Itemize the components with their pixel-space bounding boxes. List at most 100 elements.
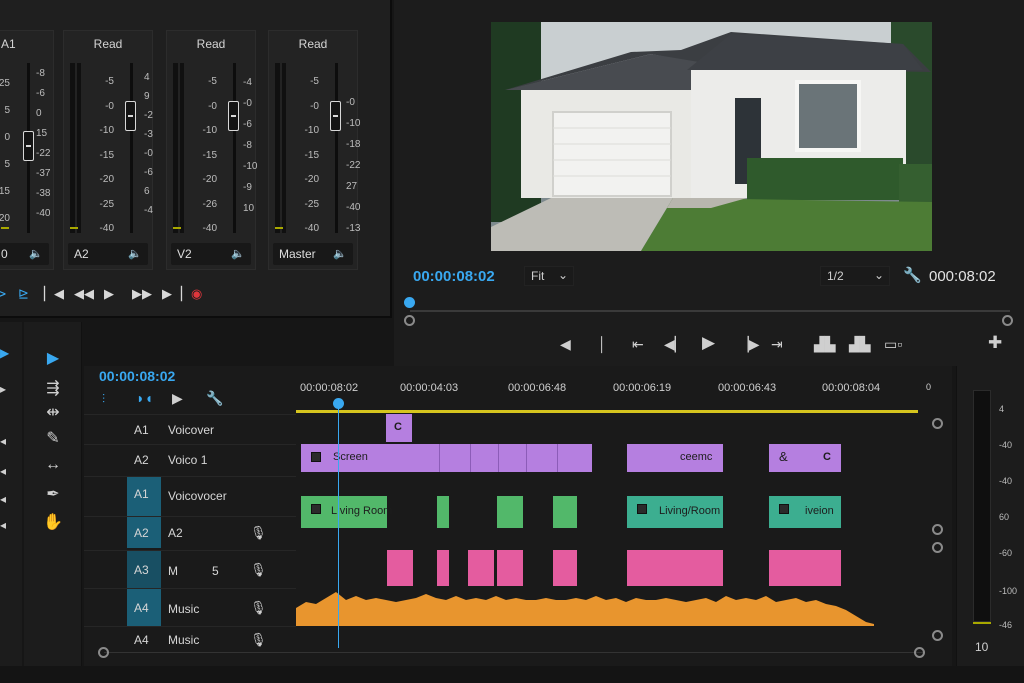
track-target[interactable]: A1 [134, 423, 149, 437]
timeline-clip[interactable]: Living/Room [627, 496, 723, 528]
track-select-tool-icon[interactable]: ⇶ [42, 378, 64, 398]
go-to-out-icon[interactable]: ⊵ [18, 286, 29, 302]
work-area-bar[interactable] [296, 410, 918, 413]
mic-icon[interactable]: 🎙 [250, 632, 267, 648]
scroll-handle[interactable] [932, 542, 943, 553]
fader-knob[interactable] [228, 101, 239, 131]
track-target[interactable]: A1 [134, 487, 149, 501]
step-forward-icon[interactable]: ▶▕ [162, 286, 182, 302]
mark-out-icon[interactable]: │ [598, 336, 607, 352]
go-to-in-icon[interactable]: ⊳ [0, 286, 7, 302]
fader-knob[interactable] [125, 101, 136, 131]
timeline-clip[interactable]: Screen [301, 444, 387, 472]
selection-tool-icon[interactable]: ▶ [42, 348, 64, 368]
wrench-icon[interactable]: 🔧 [903, 266, 922, 284]
zoom-handle-left[interactable] [404, 315, 415, 326]
razor-tool-icon[interactable]: ✎ [42, 428, 64, 448]
playhead-timecode[interactable]: 00:00:08:02 [413, 268, 495, 285]
slip-tool-icon[interactable]: ↔ [42, 456, 64, 474]
automation-mode[interactable]: Read [269, 37, 357, 51]
overwrite-icon[interactable]: ▟▙ [849, 336, 871, 353]
insert-icon[interactable]: ▟▙ [814, 336, 836, 353]
track-select-icon[interactable]: ▸ [0, 382, 6, 396]
speaker-icon[interactable]: 🔈 [29, 247, 43, 260]
track-target[interactable]: A4 [134, 633, 149, 647]
pen-tool-icon[interactable]: ✒ [42, 484, 64, 504]
mic-icon[interactable]: 🎙 [250, 562, 267, 578]
step-back-icon[interactable]: ◀▏ [664, 336, 686, 353]
mic-icon[interactable]: 🎙 [250, 600, 267, 616]
audio-clip[interactable] [553, 550, 577, 586]
timeline-clip[interactable]: iveion [769, 496, 841, 528]
go-to-out-icon[interactable]: ⇥ [771, 336, 783, 353]
fader-track [335, 63, 338, 233]
timeline-timecode[interactable]: 00:00:08:02 [99, 368, 175, 384]
timeline-clip[interactable]: L ving Room [301, 496, 392, 528]
timeline-clip[interactable]: C [386, 414, 412, 442]
razor-tool-icon[interactable]: ◂ [0, 464, 6, 478]
audio-clip[interactable] [627, 550, 723, 586]
resolution-dropdown[interactable]: 1/2 ⌄ [820, 266, 890, 286]
export-frame-icon[interactable]: ▭▫ [884, 336, 902, 353]
record-icon[interactable]: ◉ [191, 286, 202, 302]
fast-forward-icon[interactable]: ▶▶ [132, 286, 152, 302]
audio-clip[interactable] [769, 550, 841, 586]
scale-right: -8 -6 0 15 -22 -37 -38 -40 [36, 68, 51, 219]
track-target[interactable]: A4 [134, 601, 149, 615]
zoom-handle-left[interactable] [98, 647, 109, 658]
scroll-handle[interactable] [932, 418, 943, 429]
automation-mode[interactable]: Read [167, 37, 255, 51]
track-target[interactable]: A3 [134, 563, 149, 577]
audio-clip[interactable] [387, 550, 413, 586]
scrub-playhead[interactable] [404, 297, 415, 308]
marker-icon[interactable]: ▶ [172, 390, 183, 407]
wrench-icon[interactable]: 🔧 [206, 390, 223, 407]
step-forward-icon[interactable]: ▕▶ [738, 336, 760, 353]
ripple-icon[interactable]: ◂ [0, 434, 6, 448]
meter-peak [275, 227, 283, 229]
ripple-edit-tool-icon[interactable]: ⇹ [42, 402, 64, 422]
playhead-handle[interactable] [333, 398, 344, 409]
track-target[interactable]: A2 [134, 526, 149, 540]
timeline-clip[interactable]: ceemc [627, 444, 723, 472]
speaker-icon[interactable]: 🔈 [231, 247, 245, 260]
zoom-handle-right[interactable] [1002, 315, 1013, 326]
fader-knob[interactable] [23, 131, 34, 161]
snap-icon[interactable]: ⫶ [102, 392, 105, 407]
go-to-in-icon[interactable]: ⇤ [632, 336, 644, 353]
rewind-icon[interactable]: ◀◀ [74, 286, 94, 302]
timeline-clip[interactable] [437, 496, 449, 528]
play-icon[interactable]: ▶ [702, 333, 715, 353]
selection-tool-icon[interactable]: ▶ [0, 346, 9, 360]
audio-clip[interactable] [437, 550, 449, 586]
timeline-clip[interactable]: & C [769, 444, 841, 472]
speaker-icon[interactable]: 🔈 [128, 247, 142, 260]
fader-knob[interactable] [330, 101, 341, 131]
scroll-handle[interactable] [932, 630, 943, 641]
step-back-icon[interactable]: ▏◀ [44, 286, 64, 302]
linked-selection-icon[interactable]: ◗◖ [136, 390, 153, 406]
audio-clip[interactable] [497, 550, 523, 586]
track-target[interactable]: A2 [134, 453, 149, 467]
hand-tool-icon[interactable]: ✋ [42, 512, 64, 532]
strip-footer: A2 🔈 [68, 243, 148, 265]
plus-icon[interactable]: ✚ [988, 333, 1002, 353]
mic-icon[interactable]: 🎙 [250, 525, 267, 541]
fit-dropdown[interactable]: Fit ⌄ [524, 266, 574, 286]
slip-icon[interactable]: ◂ [0, 492, 6, 506]
ruler-tick: 00:00:08:02 [300, 382, 359, 394]
audio-clip[interactable] [468, 550, 494, 586]
speaker-icon[interactable]: 🔈 [333, 247, 347, 260]
timeline-playhead[interactable] [338, 408, 339, 648]
mark-in-icon[interactable]: ◀ [560, 336, 571, 353]
automation-mode[interactable]: Read [64, 37, 152, 51]
timeline-clip[interactable] [497, 496, 523, 528]
play-icon[interactable]: ▶ [104, 286, 114, 302]
timeline-clip[interactable] [553, 496, 577, 528]
pen-tool-icon[interactable]: ◂ [0, 518, 6, 532]
zoom-handle-right[interactable] [914, 647, 925, 658]
scroll-handle[interactable] [932, 524, 943, 535]
horizontal-scrollbar[interactable] [104, 652, 924, 653]
timeline-clip[interactable] [386, 444, 592, 472]
scrub-bar[interactable] [410, 310, 1010, 312]
